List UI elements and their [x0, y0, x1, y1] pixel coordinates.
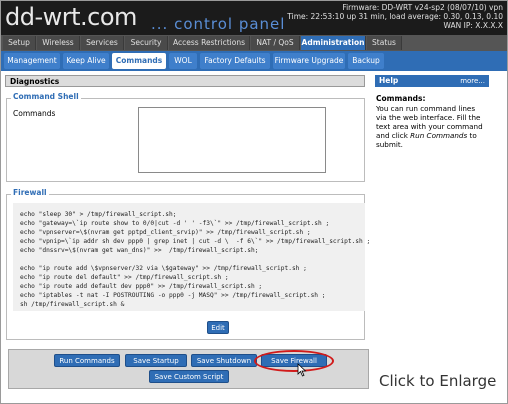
diagnostics-heading: Diagnostics [5, 75, 365, 87]
save-custom-script-button[interactable]: Save Custom Script [149, 370, 229, 383]
firewall-script-line: echo "ip route add default dev ppp0" >> … [20, 283, 263, 290]
screenshot-frame: dd-wrt.com ... control panel Firmware: D… [0, 0, 508, 404]
edit-firewall-button[interactable]: Edit [207, 321, 229, 334]
help-text: You can run command lines via the web in… [376, 104, 486, 149]
mouse-cursor-icon [297, 363, 307, 377]
subtab-firmware-upgrade[interactable]: Firmware Upgrade [273, 53, 345, 69]
help-topic-title: Commands: [376, 94, 426, 103]
firewall-legend: Firewall [11, 188, 49, 197]
firewall-script-line: echo "vpnserver=\$(nvram get pptpd_clien… [20, 229, 311, 236]
top-header: dd-wrt.com ... control panel Firmware: D… [1, 1, 507, 35]
tab-status[interactable]: Status [367, 36, 402, 50]
highlight-ring [254, 350, 334, 372]
firewall-script-line: echo "vpnip=\`ip addr sh dev ppp0 | grep… [20, 238, 371, 245]
tab-nat-qos[interactable]: NAT / QoS [251, 36, 300, 50]
firewall-script-line: sh /tmp/firewall_script.sh & [20, 301, 125, 308]
command-shell-legend: Command Shell [11, 92, 81, 101]
firewall-script-line: echo "ip route del default" >> /tmp/fire… [20, 274, 229, 281]
subtab-factory-defaults[interactable]: Factory Defaults [200, 53, 270, 69]
tab-services[interactable]: Services [81, 36, 124, 50]
click-to-enlarge-caption[interactable]: Click to Enlarge [379, 372, 496, 390]
main-tab-bar: Setup Wireless Services Security Access … [1, 35, 507, 51]
firewall-script-line: echo "ip route add \$vpnserver/32 via \$… [20, 265, 307, 272]
help-heading: Help more... [375, 75, 489, 87]
subtab-wol[interactable]: WOL [169, 53, 197, 69]
firmware-version: Firmware: DD-WRT v24-sp2 (08/07/10) vpn [342, 3, 503, 12]
help-text-emphasis: Run Commands [410, 131, 468, 140]
firewall-script-line: echo "gateway=\`ip route show to 0/0|cut… [20, 220, 330, 227]
tab-security[interactable]: Security [125, 36, 168, 50]
firewall-script-line: echo "iptables -t nat -I POSTROUTING -o … [20, 292, 326, 299]
control-panel-tagline: ... control panel [151, 15, 286, 33]
commands-textarea[interactable] [138, 107, 326, 173]
tab-access-restrictions[interactable]: Access Restrictions [169, 36, 250, 50]
sub-tab-bar: Management Keep Alive Commands WOL Facto… [1, 51, 507, 71]
firewall-script-line: echo "dnssrv=\$(nvram get wan_dns)" >> /… [20, 247, 259, 254]
help-more-link[interactable]: more... [460, 75, 485, 87]
subtab-keep-alive[interactable]: Keep Alive [63, 53, 109, 69]
subtab-backup[interactable]: Backup [348, 53, 384, 69]
run-commands-button[interactable]: Run Commands [54, 354, 120, 367]
save-startup-button[interactable]: Save Startup [125, 354, 187, 367]
tab-administration[interactable]: Administration [301, 36, 366, 50]
uptime-readout: Time: 22:53:10 up 31 min, load average: … [287, 12, 503, 21]
firewall-script-display: echo "sleep 30" > /tmp/firewall_script.s… [13, 203, 370, 311]
wan-ip: WAN IP: X.X.X.X [443, 21, 503, 30]
tab-setup[interactable]: Setup [3, 36, 36, 50]
tab-wireless[interactable]: Wireless [37, 36, 80, 50]
router-info: Firmware: DD-WRT v24-sp2 (08/07/10) vpn … [287, 3, 503, 30]
help-title: Help [379, 76, 399, 85]
subtab-management[interactable]: Management [4, 53, 60, 69]
commands-label: Commands [13, 109, 56, 118]
firewall-script-line: echo "sleep 30" > /tmp/firewall_script.s… [20, 211, 177, 218]
ddwrt-logo[interactable]: dd-wrt.com [5, 3, 137, 31]
save-shutdown-button[interactable]: Save Shutdown [191, 354, 257, 367]
subtab-commands[interactable]: Commands [112, 53, 166, 69]
